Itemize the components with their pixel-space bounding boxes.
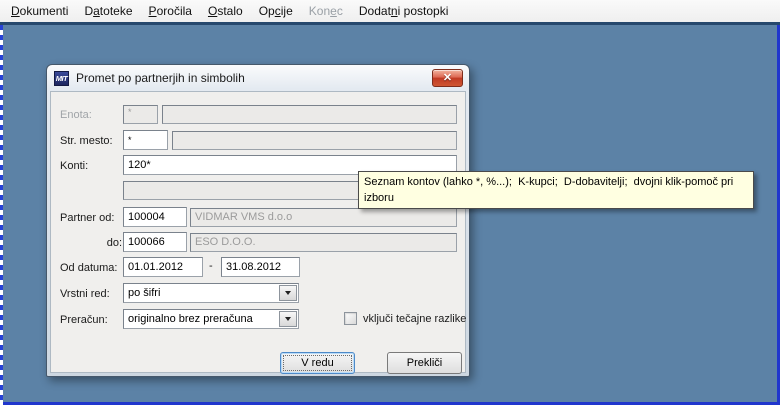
tecajne-razlike-label: vključi tečajne razlike <box>363 313 467 325</box>
vrstni-red-selected-value: po šifri <box>128 287 161 299</box>
window-left-dashed-edge <box>0 25 3 405</box>
str-mesto-value-field <box>172 131 457 150</box>
dialog-promet-po-partnerjih: MIT Promet po partnerjih in simbolih ✕ E… <box>46 64 470 377</box>
menu-item-ostalo[interactable]: Ostalo <box>200 1 251 21</box>
ok-button[interactable]: V redu <box>280 352 355 374</box>
chevron-down-icon <box>285 291 291 295</box>
dialog-title: Promet po partnerjih in simbolih <box>76 71 245 85</box>
menu-item-konec: Konec <box>308 4 343 18</box>
konti-label: Konti: <box>60 160 89 172</box>
partner-do-label: do: <box>106 237 122 249</box>
partner-od-code-input[interactable] <box>123 207 187 227</box>
menu-item-opcije[interactable]: Opcije <box>251 1 301 21</box>
app-logo-icon: MIT <box>54 70 69 86</box>
str-mesto-input[interactable] <box>123 130 168 150</box>
dialog-title-bar[interactable]: MIT Promet po partnerjih in simbolih ✕ <box>47 65 469 91</box>
menu-item-datoteke[interactable]: Datoteke <box>76 1 140 21</box>
date-to-input[interactable] <box>221 257 300 277</box>
date-from-input[interactable] <box>123 257 203 277</box>
enota-value-field <box>162 105 457 124</box>
menu-item-dokumenti[interactable]: Dokumenti <box>3 1 76 21</box>
menu-item-porocila[interactable]: Poročila <box>141 1 200 21</box>
app-window: Dokumenti Datoteke Poročila Ostalo Opcij… <box>0 0 780 405</box>
dialog-client-area: Enota: * Str. mesto: Konti: Partner od: … <box>50 91 467 374</box>
tecajne-razlike-checkbox[interactable] <box>344 312 357 325</box>
konti-tooltip: Seznam kontov (lahko *, %...); K-kupci; … <box>358 171 754 209</box>
partner-do-name-field: ESO D.O.O. <box>190 233 457 252</box>
preracun-dropdown-button[interactable] <box>279 311 297 327</box>
vrstni-red-label: Vrstni red: <box>60 288 110 300</box>
preracun-label: Preračun: <box>60 314 108 326</box>
chevron-down-icon <box>285 317 291 321</box>
date-range-separator: - <box>209 260 213 272</box>
od-datuma-label: Od datuma: <box>60 262 118 274</box>
cancel-button[interactable]: Prekliči <box>387 352 462 374</box>
menu-bar: Dokumenti Datoteke Poročila Ostalo Opcij… <box>0 0 780 22</box>
menu-item-dodatni-postopki[interactable]: Dodatni postopki <box>351 1 457 21</box>
enota-label: Enota: <box>60 109 92 121</box>
partner-od-label: Partner od: <box>60 212 115 224</box>
partner-do-code-input[interactable] <box>123 232 187 252</box>
preracun-selected-value: originalno brez preračuna <box>128 313 253 325</box>
enota-star-field: * <box>123 105 158 124</box>
close-icon[interactable]: ✕ <box>432 69 463 87</box>
vrstni-red-dropdown[interactable]: po šifri <box>123 283 299 303</box>
partner-od-name-field: VIDMAR VMS d.o.o <box>190 208 457 227</box>
str-mesto-label: Str. mesto: <box>60 135 113 147</box>
vrstni-red-dropdown-button[interactable] <box>279 285 297 301</box>
preracun-dropdown[interactable]: originalno brez preračuna <box>123 309 299 329</box>
